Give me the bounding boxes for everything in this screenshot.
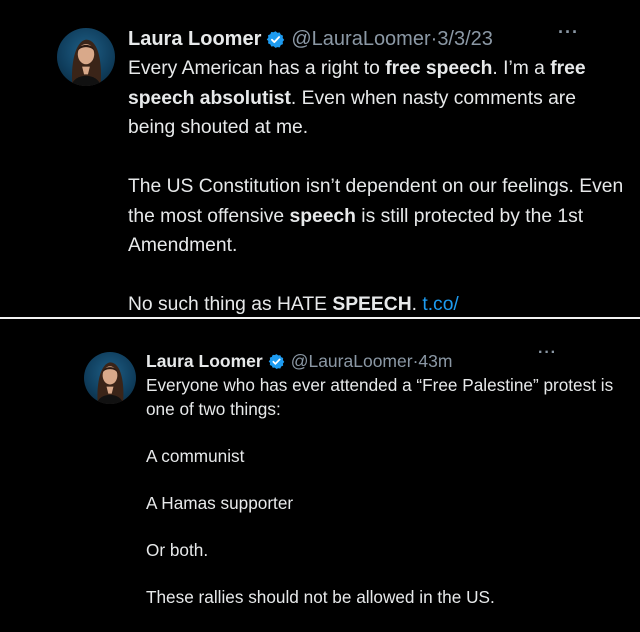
tweet-text-run: A communist [146, 445, 245, 466]
bold-text: free speech [385, 58, 493, 79]
tweet-header: Laura Loomer @LauraLoomer · 3/3/23 [128, 26, 628, 52]
avatar[interactable] [57, 28, 115, 86]
tweet-text-run: . I’m a [492, 58, 551, 79]
author-handle[interactable]: @LauraLoomer [291, 351, 413, 372]
tweet-paragraph: Or both. [146, 539, 616, 563]
tweet-paragraph: Every American has a right to free speec… [128, 54, 628, 143]
tweet-card-2[interactable]: Laura Loomer @LauraLoomer · 43m Everyone… [0, 322, 640, 632]
divider [0, 317, 640, 319]
tweet-text-run: These rallies should not be allowed in t… [146, 587, 495, 608]
tweet-timestamp[interactable]: 43m [418, 351, 452, 372]
separator-dot: · [430, 27, 438, 50]
author-name[interactable]: Laura Loomer [146, 351, 263, 372]
tweet-text-run: Everyone who has ever attended a “Free P… [146, 375, 614, 419]
avatar[interactable] [84, 352, 136, 404]
tweet-timestamp[interactable]: 3/3/23 [437, 28, 493, 51]
tweet-text-run: Or both. [146, 540, 209, 561]
tweet-text-run: A Hamas supporter [146, 492, 294, 513]
tweet-content: Laura Loomer @LauraLoomer · 3/3/23 Every… [128, 26, 628, 320]
tweet-paragraph: These rallies should not be allowed in t… [146, 586, 616, 610]
tweet-paragraph: A communist [146, 445, 616, 469]
tweet-paragraph: Everyone who has ever attended a “Free P… [146, 374, 616, 421]
avatar-photo-icon [71, 39, 101, 86]
tweet-text-run: Every American has a right to [128, 58, 386, 79]
tweet-card-1[interactable]: Laura Loomer @LauraLoomer · 3/3/23 Every… [0, 0, 640, 318]
tweet-text-run: No such thing as HATE [128, 294, 333, 315]
tweet-paragraph: The US Constitution isn’t dependent on o… [128, 172, 628, 261]
tweet-content: Laura Loomer @LauraLoomer · 43m Everyone… [146, 350, 616, 610]
verified-badge-icon [268, 353, 284, 369]
more-options-icon[interactable]: ··· [538, 344, 557, 362]
tweet-text: Every American has a right to free speec… [128, 54, 628, 320]
bold-text: speech [289, 205, 356, 227]
author-name[interactable]: Laura Loomer [128, 28, 261, 51]
tweet-paragraph: No such thing as HATE SPEECH. t.co/ [128, 290, 628, 320]
author-handle[interactable]: @LauraLoomer [291, 28, 430, 51]
tweet-link[interactable]: t.co/ [422, 294, 458, 315]
tweet-paragraph: A Hamas supporter [146, 492, 616, 516]
bold-text: SPEECH [332, 294, 412, 315]
tweet-text: Everyone who has ever attended a “Free P… [146, 374, 616, 610]
tweet-text-run: . [411, 294, 423, 315]
more-options-icon[interactable]: ··· [558, 22, 579, 43]
verified-badge-icon [267, 30, 285, 48]
avatar-photo-icon [97, 362, 124, 404]
